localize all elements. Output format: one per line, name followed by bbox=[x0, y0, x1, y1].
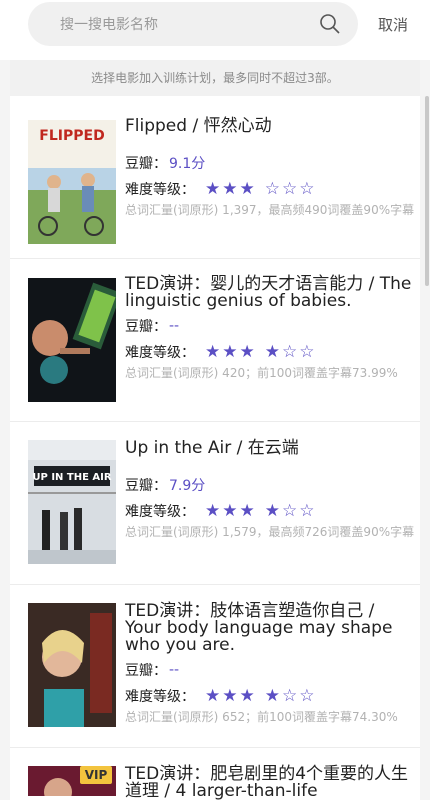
vocab-stats: 总词汇量(词原形) 420；前100词覆盖字幕73.99% bbox=[125, 366, 398, 380]
svg-text:FLIPPED: FLIPPED bbox=[39, 128, 104, 144]
search-bar: 搜一搜电影名称 取消 bbox=[0, 0, 430, 60]
difficulty-row: 难度等级： ★★★ ☆☆☆ bbox=[125, 179, 415, 199]
movie-item-ted-babies[interactable]: TED演讲：婴儿的天才语言能力 / The linguistic genius … bbox=[10, 259, 420, 422]
vocab-stats: 总词汇量(词原形) 1,397，最高频490词覆盖90%字幕 bbox=[125, 203, 415, 217]
movie-item-ted-soap-opera[interactable]: VIP TED演讲：肥皂剧里的4个重要的人生道理 / 4 larger-than… bbox=[10, 748, 420, 808]
movie-item-ted-body-language[interactable]: TED演讲：肢体语言塑造你自己 / Your body language may… bbox=[10, 585, 420, 748]
difficulty-stars: ★★★ ★☆☆ bbox=[205, 342, 317, 362]
movie-title: Flipped / 怦然心动 bbox=[125, 116, 272, 136]
movie-title: TED演讲：婴儿的天才语言能力 / The linguistic genius … bbox=[125, 274, 412, 311]
difficulty-row: 难度等级： ★★★ ★☆☆ bbox=[125, 501, 415, 521]
difficulty-label: 难度等级： bbox=[125, 345, 195, 361]
douban-row: 豆瓣： -- bbox=[125, 660, 415, 680]
vocab-stats: 总词汇量(词原形) 652；前100词覆盖字幕74.30% bbox=[125, 710, 398, 724]
difficulty-label: 难度等级： bbox=[125, 689, 195, 705]
douban-row: 豆瓣： 9.1分 bbox=[125, 153, 415, 173]
svg-text:UP IN THE AIR: UP IN THE AIR bbox=[32, 472, 111, 483]
douban-score: -- bbox=[169, 318, 180, 334]
movie-item-flipped[interactable]: FLIPPED Flipped / 怦然心动 豆瓣： 9.1分 难度等级： ★★… bbox=[10, 96, 420, 259]
poster-ted-body-language bbox=[28, 603, 116, 727]
douban-label: 豆瓣： bbox=[125, 663, 167, 679]
douban-label: 豆瓣： bbox=[125, 478, 167, 494]
difficulty-stars: ★★★ ★☆☆ bbox=[205, 686, 317, 706]
movie-title: TED演讲：肥皂剧里的4个重要的人生道理 / 4 larger-than-lif… bbox=[125, 764, 409, 801]
poster-flipped: FLIPPED bbox=[28, 120, 116, 244]
douban-label: 豆瓣： bbox=[125, 156, 167, 172]
douban-label: 豆瓣： bbox=[125, 319, 167, 335]
difficulty-stars: ★★★ ☆☆☆ bbox=[205, 179, 317, 199]
search-input[interactable]: 搜一搜电影名称 bbox=[60, 14, 158, 34]
poster-ted-babies bbox=[28, 278, 116, 402]
scrollbar[interactable] bbox=[425, 96, 429, 286]
movie-list: FLIPPED Flipped / 怦然心动 豆瓣： 9.1分 难度等级： ★★… bbox=[10, 96, 420, 808]
difficulty-stars: ★★★ ★☆☆ bbox=[205, 501, 317, 521]
movie-title: Up in the Air / 在云端 bbox=[125, 438, 299, 458]
difficulty-label: 难度等级： bbox=[125, 182, 195, 198]
douban-score: 9.1分 bbox=[169, 156, 206, 172]
difficulty-row: 难度等级： ★★★ ★☆☆ bbox=[125, 342, 415, 362]
cancel-button[interactable]: 取消 bbox=[378, 14, 408, 35]
douban-score: 7.9分 bbox=[169, 478, 206, 494]
difficulty-label: 难度等级： bbox=[125, 504, 195, 520]
vip-badge: VIP bbox=[80, 766, 112, 784]
poster-ted-soap-opera: VIP bbox=[28, 766, 116, 796]
search-box[interactable]: 搜一搜电影名称 bbox=[28, 2, 358, 46]
douban-score: -- bbox=[169, 662, 180, 678]
douban-row: 豆瓣： -- bbox=[125, 316, 415, 336]
poster-up-in-the-air: UP IN THE AIR bbox=[28, 440, 116, 564]
notice-banner: 选择电影加入训练计划，最多同时不超过3部。 bbox=[10, 60, 420, 96]
left-gutter bbox=[0, 60, 10, 800]
movie-title: TED演讲：肢体语言塑造你自己 / Your body language may… bbox=[125, 601, 393, 655]
vocab-stats: 总词汇量(词原形) 1,579，最高频726词覆盖90%字幕 bbox=[125, 525, 415, 539]
search-icon[interactable] bbox=[318, 12, 342, 36]
movie-item-up-in-the-air[interactable]: UP IN THE AIR Up in the Air / 在云端 豆瓣： 7.… bbox=[10, 422, 420, 585]
difficulty-row: 难度等级： ★★★ ★☆☆ bbox=[125, 686, 415, 706]
douban-row: 豆瓣： 7.9分 bbox=[125, 475, 415, 495]
